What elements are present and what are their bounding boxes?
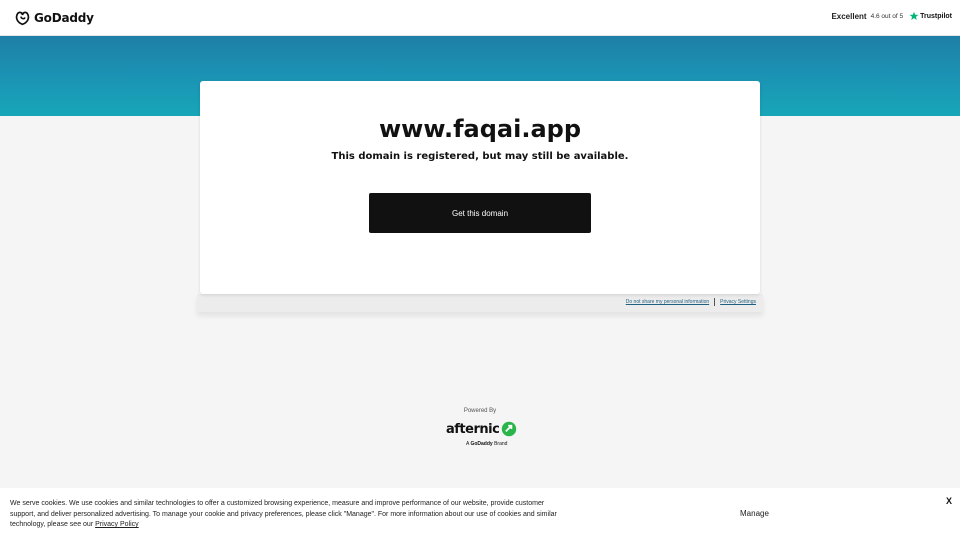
star-icon xyxy=(909,11,919,20)
tagline-prefix: A xyxy=(466,441,470,447)
godaddy-logo[interactable]: GoDaddy xyxy=(14,9,94,26)
top-bar: GoDaddy Excellent 4.6 out of 5 Trustpilo… xyxy=(0,0,960,36)
godaddy-mark-icon xyxy=(15,11,30,26)
rating-word: Excellent xyxy=(831,11,867,21)
cookie-message: We serve cookies. We use cookies and sim… xyxy=(10,499,570,531)
close-icon[interactable]: X xyxy=(946,496,952,506)
privacy-policy-link[interactable]: Privacy Policy xyxy=(95,521,139,528)
tagline-brand: GoDaddy xyxy=(470,441,493,447)
trustpilot-logo: Trustpilot xyxy=(909,11,952,21)
powered-by-label: Powered By xyxy=(463,408,497,414)
afternic-brand: afternic xyxy=(446,421,500,437)
cookie-text: We serve cookies. We use cookies and sim… xyxy=(10,500,557,528)
availability-message: This domain is registered, but may still… xyxy=(331,151,629,162)
do-not-share-link[interactable]: Do not share my personal information xyxy=(626,299,709,305)
trustpilot-rating[interactable]: Excellent 4.6 out of 5 Trustpilot xyxy=(831,11,952,21)
domain-card: www.faqai.app This domain is registered,… xyxy=(200,81,760,294)
domain-title: www.faqai.app xyxy=(378,115,581,143)
link-divider xyxy=(714,298,716,306)
privacy-links: Do not share my personal information Pri… xyxy=(626,298,756,306)
godaddy-brand-tagline: A GoDaddy Brand xyxy=(466,441,507,447)
tagline-suffix: Brand xyxy=(494,441,508,447)
rating-score: 4.6 out of 5 xyxy=(870,12,904,20)
manage-cookies-button[interactable]: Manage xyxy=(740,509,769,518)
afternic-mark-icon xyxy=(502,421,517,437)
privacy-settings-link[interactable]: Privacy Settings xyxy=(720,299,756,305)
get-domain-button[interactable]: Get this domain xyxy=(369,193,591,233)
cookie-banner: We serve cookies. We use cookies and sim… xyxy=(0,488,960,540)
brand-name: GoDaddy xyxy=(34,10,94,25)
afternic-logo[interactable]: afternic xyxy=(446,421,517,437)
trustpilot-label: Trustpilot xyxy=(920,12,952,20)
